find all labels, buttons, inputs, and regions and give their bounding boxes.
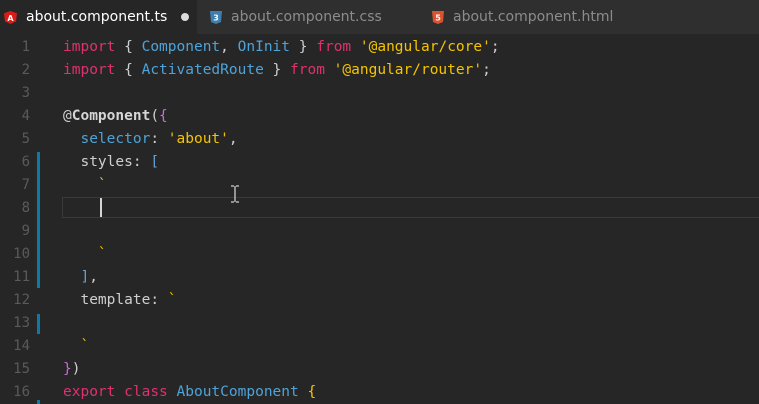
code-text: import { Component, OnInit } from '@angu… bbox=[63, 39, 500, 55]
code-line[interactable]: 12 template: ` bbox=[0, 289, 759, 312]
code-line[interactable]: 13 bbox=[0, 312, 759, 335]
tab-about-component-css[interactable]: 3 about.component.css bbox=[197, 0, 417, 34]
code-text: template: ` bbox=[80, 292, 177, 308]
code-line[interactable]: 3 bbox=[0, 82, 759, 105]
code-line[interactable]: 9 bbox=[0, 220, 759, 243]
code-line[interactable]: 7 ` bbox=[0, 174, 759, 197]
line-number: 7 bbox=[21, 177, 30, 193]
line-number: 9 bbox=[21, 223, 30, 239]
gutter-change-marker bbox=[37, 314, 40, 334]
svg-text:A: A bbox=[7, 14, 14, 23]
code-text: ], bbox=[80, 269, 98, 285]
code-line[interactable]: 6 styles: [ bbox=[0, 151, 759, 174]
line-number: 1 bbox=[21, 39, 30, 55]
code-text: export class AboutComponent { bbox=[63, 384, 317, 400]
line-number: 10 bbox=[13, 246, 30, 262]
tab-label: about.component.css bbox=[231, 9, 382, 25]
code-text: ` bbox=[97, 177, 107, 193]
line-number: 15 bbox=[13, 361, 30, 377]
svg-text:5: 5 bbox=[435, 13, 441, 22]
code-line[interactable]: 15 }) bbox=[0, 358, 759, 381]
line-number: 4 bbox=[21, 108, 30, 124]
line-number: 3 bbox=[21, 85, 30, 101]
line-number: 13 bbox=[13, 315, 30, 331]
code-text: selector: 'about', bbox=[80, 131, 238, 147]
code-line[interactable]: 2 import { ActivatedRoute } from '@angul… bbox=[0, 59, 759, 82]
unsaved-dot-icon[interactable] bbox=[181, 13, 190, 21]
code-line[interactable]: 11 ], bbox=[0, 266, 759, 289]
css3-icon: 3 bbox=[209, 10, 222, 24]
code-line[interactable]: 5 selector: 'about', bbox=[0, 128, 759, 151]
gutter-change-marker bbox=[37, 152, 40, 288]
code-text: @Component({ bbox=[63, 108, 168, 124]
line-number: 11 bbox=[13, 269, 30, 285]
code-editor[interactable]: 1 import { Component, OnInit } from '@an… bbox=[0, 34, 759, 404]
code-text: ` bbox=[97, 246, 107, 262]
code-line[interactable]: 16 export class AboutComponent { bbox=[0, 381, 759, 404]
code-line[interactable]: 14 ` bbox=[0, 335, 759, 358]
gutter-change-marker bbox=[37, 400, 40, 404]
tab-label: about.component.ts bbox=[26, 9, 168, 25]
tab-about-component-html[interactable]: 5 about.component.html bbox=[417, 0, 647, 34]
line-number: 12 bbox=[13, 292, 30, 308]
angular-icon: A bbox=[4, 10, 17, 24]
line-number: 14 bbox=[13, 338, 30, 354]
code-line-current[interactable]: 8 bbox=[0, 197, 759, 220]
line-number: 6 bbox=[21, 154, 30, 170]
html5-icon: 5 bbox=[431, 10, 444, 24]
text-cursor bbox=[100, 198, 102, 217]
code-text: import { ActivatedRoute } from '@angular… bbox=[63, 62, 491, 78]
code-text: ` bbox=[80, 338, 90, 354]
line-number: 2 bbox=[21, 62, 30, 78]
code-line[interactable]: 1 import { Component, OnInit } from '@an… bbox=[0, 36, 759, 59]
code-line[interactable]: 10 ` bbox=[0, 243, 759, 266]
ibeam-pointer-icon bbox=[231, 185, 239, 203]
tab-bar: A about.component.ts 3 about.component.c… bbox=[0, 0, 759, 34]
tab-about-component-ts[interactable]: A about.component.ts bbox=[0, 0, 197, 34]
svg-text:3: 3 bbox=[213, 13, 219, 22]
line-number: 8 bbox=[21, 200, 30, 216]
line-number: 16 bbox=[13, 384, 30, 400]
code-line[interactable]: 4 @Component({ bbox=[0, 105, 759, 128]
tab-label: about.component.html bbox=[453, 9, 614, 25]
code-text: }) bbox=[63, 361, 81, 377]
code-text: styles: [ bbox=[80, 154, 160, 170]
line-number: 5 bbox=[21, 131, 30, 147]
